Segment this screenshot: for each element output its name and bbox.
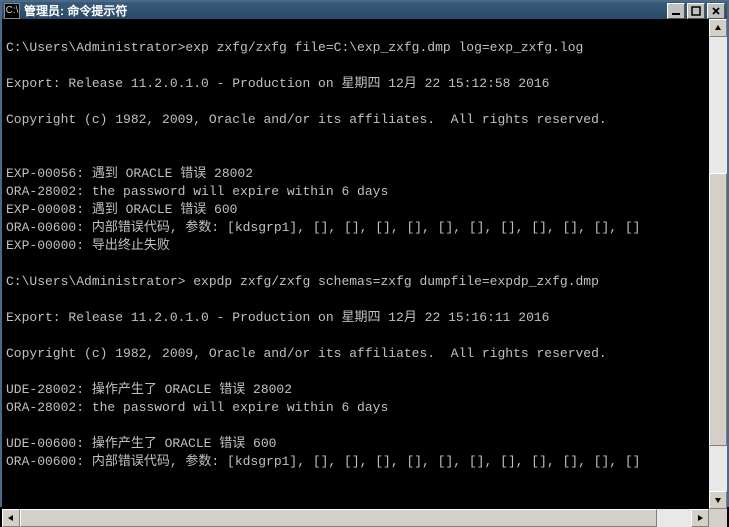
terminal-line: Copyright (c) 1982, 2009, Oracle and/or … [6, 111, 723, 129]
terminal-line [6, 129, 723, 147]
terminal-line [6, 471, 723, 489]
terminal-line: Export: Release 11.2.0.1.0 - Production … [6, 75, 723, 93]
scroll-up-button[interactable] [709, 19, 727, 37]
terminal-line [6, 327, 723, 345]
terminal-line [6, 147, 723, 165]
close-icon [711, 6, 721, 16]
terminal-line: EXP-00008: 遇到 ORACLE 错误 600 [6, 201, 723, 219]
terminal-line [6, 363, 723, 381]
terminal-line: EXP-00000: 导出终止失败 [6, 237, 723, 255]
terminal-line: UDE-00600: 操作产生了 ORACLE 错误 600 [6, 435, 723, 453]
scroll-track-vertical[interactable] [709, 37, 727, 491]
scroll-down-button[interactable] [709, 491, 727, 509]
terminal-line [6, 255, 723, 273]
terminal-line: ORA-00600: 内部错误代码, 参数: [kdsgrp1], [], []… [6, 453, 723, 471]
window-controls [667, 3, 725, 19]
terminal-line [6, 417, 723, 435]
terminal-line: C:\Users\Administrator> expdp zxfg/zxfg … [6, 273, 723, 291]
terminal-line [6, 291, 723, 309]
terminal-line: UDE-28002: 操作产生了 ORACLE 错误 28002 [6, 381, 723, 399]
minimize-button[interactable] [667, 3, 685, 19]
terminal-line: Copyright (c) 1982, 2009, Oracle and/or … [6, 345, 723, 363]
terminal-line: ORA-28002: the password will expire with… [6, 399, 723, 417]
titlebar[interactable]: C:\ 管理员: 命令提示符 [2, 2, 727, 19]
terminal-output[interactable]: C:\Users\Administrator>exp zxfg/zxfg fil… [2, 19, 727, 527]
minimize-icon [671, 6, 681, 16]
terminal-line: ORA-00600: 内部错误代码, 参数: [kdsgrp1], [], []… [6, 219, 723, 237]
arrow-down-icon [714, 496, 722, 504]
close-button[interactable] [707, 3, 725, 19]
scroll-thumb-horizontal[interactable] [20, 509, 657, 527]
terminal-line [6, 489, 723, 507]
scroll-left-button[interactable] [2, 509, 20, 527]
terminal-line: Export: Release 11.2.0.1.0 - Production … [6, 309, 723, 327]
command-prompt-window: C:\ 管理员: 命令提示符 C:\Users\Administrator>ex… [0, 0, 729, 507]
terminal-line: ORA-28002: the password will expire with… [6, 183, 723, 201]
maximize-icon [691, 6, 701, 16]
window-title: 管理员: 命令提示符 [24, 2, 667, 19]
scroll-corner [709, 509, 727, 527]
scroll-right-button[interactable] [691, 509, 709, 527]
terminal-area: C:\Users\Administrator>exp zxfg/zxfg fil… [2, 19, 727, 527]
window-icon: C:\ [4, 3, 20, 19]
terminal-line [6, 57, 723, 75]
scroll-track-horizontal[interactable] [20, 509, 691, 527]
scroll-thumb-vertical[interactable] [709, 173, 727, 445]
arrow-left-icon [7, 514, 15, 522]
horizontal-scrollbar[interactable] [2, 509, 709, 527]
maximize-button[interactable] [687, 3, 705, 19]
terminal-line [6, 21, 723, 39]
terminal-line [6, 93, 723, 111]
vertical-scrollbar[interactable] [709, 19, 727, 509]
arrow-right-icon [696, 514, 704, 522]
terminal-line: EXP-00056: 遇到 ORACLE 错误 28002 [6, 165, 723, 183]
arrow-up-icon [714, 24, 722, 32]
terminal-line: C:\Users\Administrator>exp zxfg/zxfg fil… [6, 39, 723, 57]
